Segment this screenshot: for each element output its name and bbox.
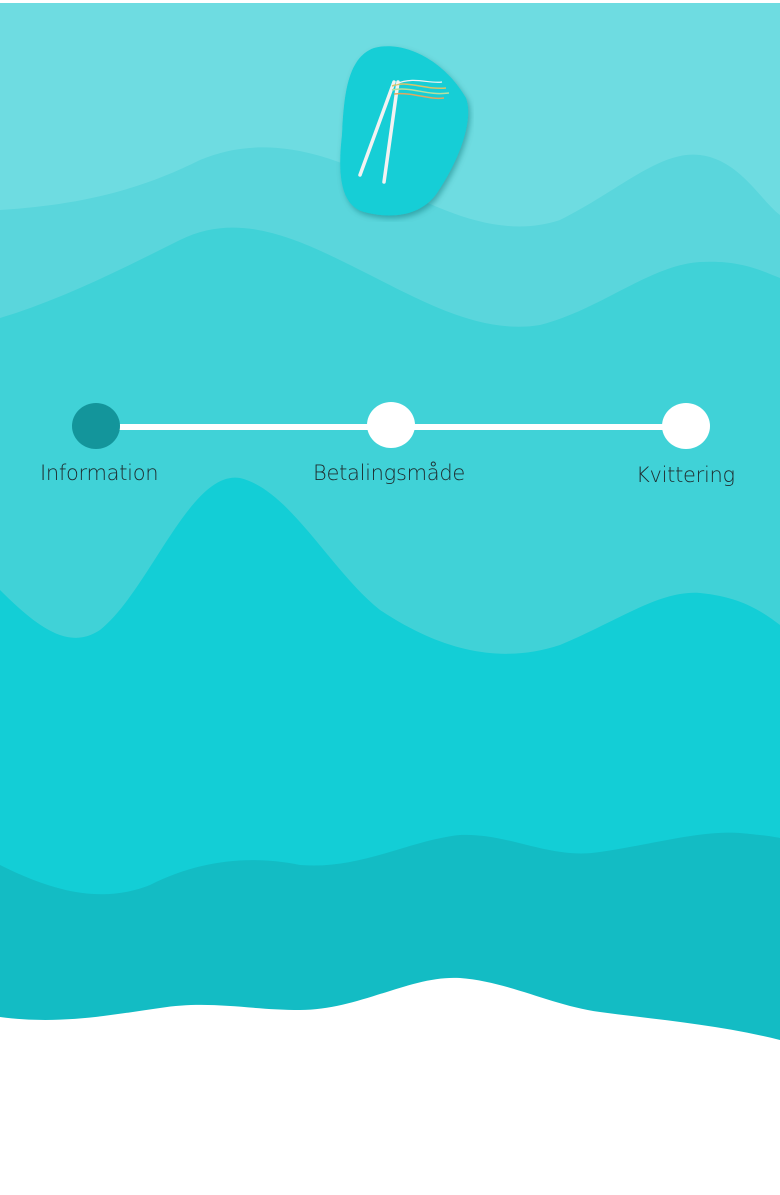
checkout-stepper: Information Betalingsmåde Kvittering <box>0 0 780 520</box>
step-dot-information[interactable] <box>72 403 120 449</box>
step-dot-betalingsmade[interactable] <box>367 402 415 448</box>
step-connector-1 <box>96 424 391 430</box>
step-connector-2 <box>391 424 686 430</box>
step-label-kvittering[interactable]: Kvittering <box>636 463 735 487</box>
step-label-information[interactable]: Information <box>40 461 159 485</box>
step-label-betalingsmade[interactable]: Betalingsmåde <box>313 461 465 485</box>
step-dot-kvittering[interactable] <box>662 403 710 449</box>
